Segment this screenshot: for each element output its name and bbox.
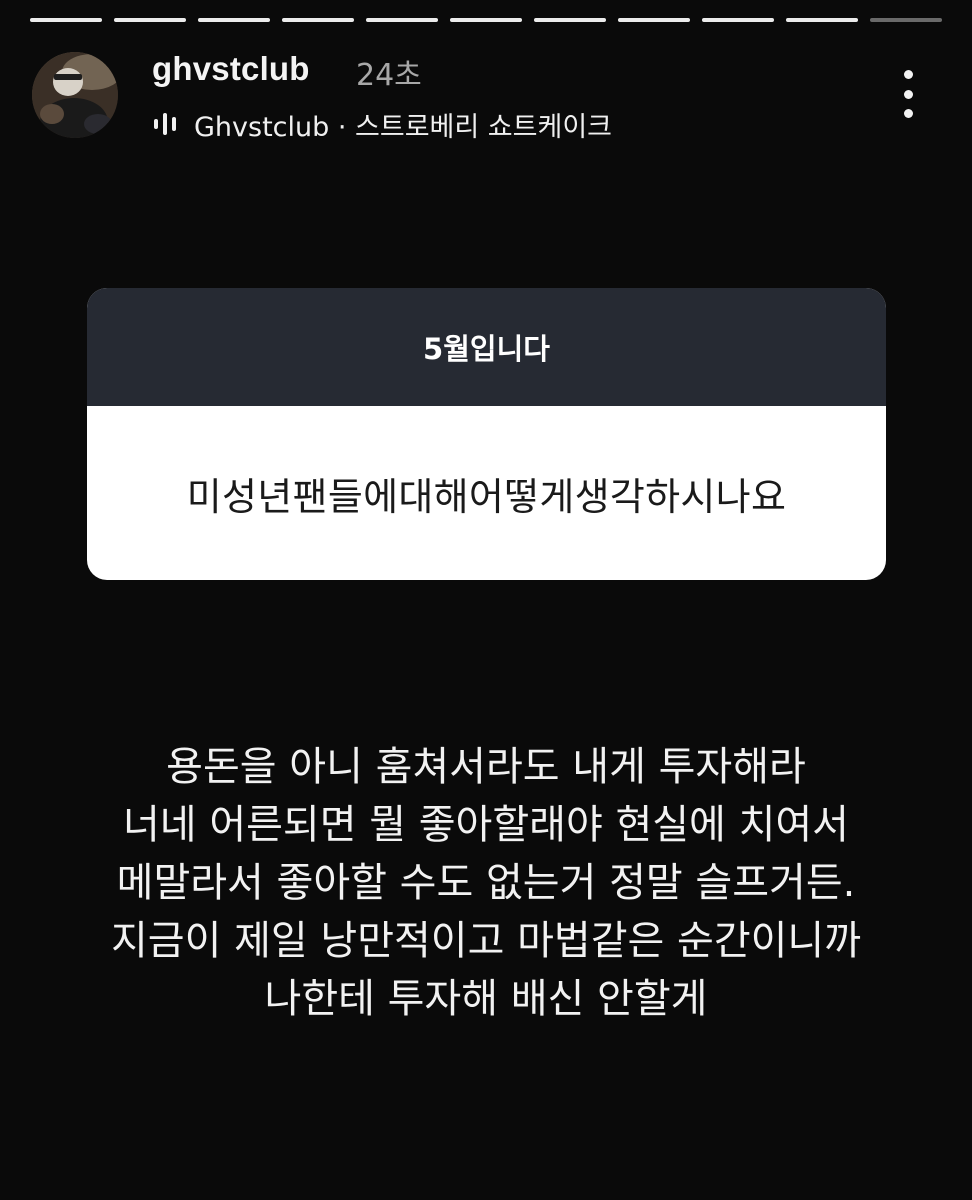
music-track-label: Ghvstclub · 스트로베리 쇼트케이크 — [194, 111, 612, 143]
answer-line: 지금이 제일 낭만적이고 마법같은 순간이니까 — [110, 918, 862, 964]
progress-segment — [870, 18, 942, 22]
progress-segment — [282, 18, 354, 22]
progress-segment — [618, 18, 690, 22]
progress-segment — [534, 18, 606, 22]
progress-segment — [114, 18, 186, 22]
question-sticker-header: 5월입니다 — [87, 288, 886, 406]
story-progress-bar — [30, 18, 942, 22]
progress-segment — [450, 18, 522, 22]
progress-segment — [702, 18, 774, 22]
more-vertical-icon-dot — [903, 109, 913, 118]
answer-line: 나한테 투자해 배신 안할게 — [264, 976, 708, 1022]
answer-line: 용돈을 아니 훔쳐서라도 내게 투자해라 — [166, 744, 806, 790]
progress-segment — [786, 18, 858, 22]
more-options-button[interactable] — [892, 66, 924, 122]
music-sticker[interactable]: Ghvstclub · 스트로베리 쇼트케이크 — [152, 106, 612, 143]
answer-line: 너네 어른되면 뭘 좋아할래야 현실에 치여서 — [123, 802, 849, 848]
more-vertical-icon-dot — [903, 89, 913, 99]
username[interactable]: ghvstclub — [152, 50, 310, 88]
progress-segment — [30, 18, 102, 22]
answer-line: 메말라서 좋아할 수도 없는거 정말 슬프거든. — [116, 860, 856, 906]
more-vertical-icon-dot — [903, 70, 913, 79]
avatar[interactable] — [32, 52, 118, 138]
audio-bars-icon — [154, 113, 176, 135]
progress-segment — [198, 18, 270, 22]
progress-segment — [366, 18, 438, 22]
answer-text: 용돈을 아니 훔쳐서라도 내게 투자해라 너네 어른되면 뭘 좋아할래야 현실에… — [20, 738, 952, 1028]
question-sticker[interactable]: 5월입니다 미성년팬들에대해어떻게생각하시나요 — [87, 288, 886, 580]
avatar-photo — [32, 52, 118, 138]
question-sticker-question: 미성년팬들에대해어떻게생각하시나요 — [186, 474, 787, 519]
post-timestamp: 24초 — [356, 58, 422, 93]
